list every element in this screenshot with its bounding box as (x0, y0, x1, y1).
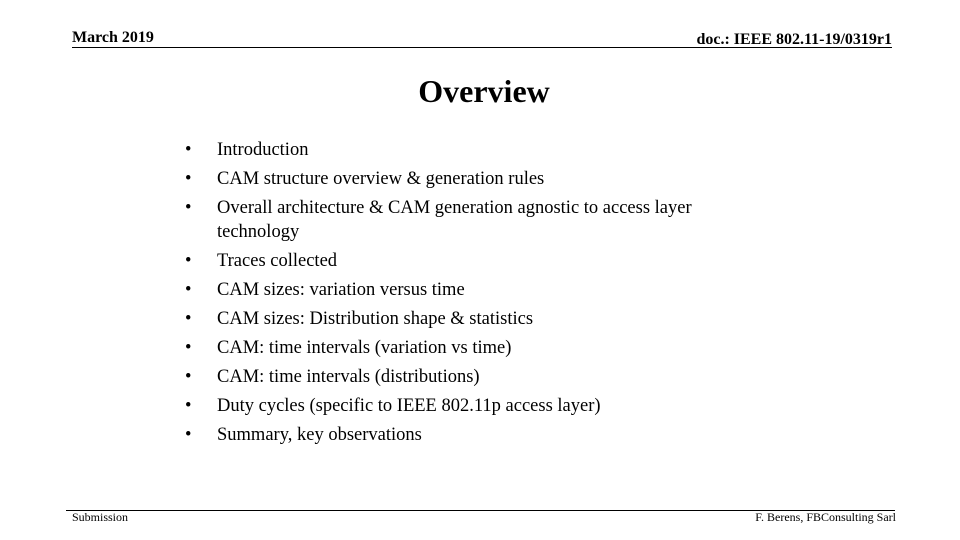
bullet-icon: • (185, 198, 192, 218)
bullet-text: CAM: time intervals (variation vs time) (217, 337, 512, 358)
bullet-item: • Traces collected (185, 250, 765, 274)
bullet-text: Duty cycles (specific to IEEE 802.11p ac… (217, 395, 601, 416)
bullet-icon: • (185, 250, 192, 271)
bullet-text: CAM sizes: Distribution shape & statisti… (217, 308, 534, 329)
bullet-text: Traces collected (217, 250, 338, 271)
bullet-text: Summary, key observations (217, 424, 422, 445)
slide-title: Overview (418, 73, 550, 109)
footer-author: F. Berens, FBConsulting Sarl (755, 510, 896, 524)
bullet-item: • Summary, key observations (185, 424, 765, 448)
bullet-text: Overall architecture & CAM generation ag… (217, 198, 692, 242)
bullet-item: • Overall architecture & CAM generation a… (185, 197, 765, 244)
bullet-icon: • (185, 169, 192, 189)
bullet-text: CAM structure overview & generation rule… (217, 169, 545, 189)
bullet-icon: • (185, 279, 192, 300)
bullet-item: • CAM sizes: Distribution shape & statist… (185, 308, 765, 332)
bullet-list: • Introduction • CAM structure overview & … (185, 139, 765, 453)
bullet-item: • Introduction (185, 139, 765, 163)
bullet-item: • CAM structure overview & generation rul… (185, 168, 765, 192)
bullet-icon: • (185, 337, 192, 358)
bullet-item: • Duty cycles (specific to IEEE 802.11p a… (185, 395, 765, 419)
bullet-text: Introduction (217, 140, 309, 160)
footer-submission: Submission (72, 510, 129, 524)
bullet-text: CAM: time intervals (distributions) (217, 366, 480, 387)
bullet-icon: • (185, 140, 192, 160)
header-date: March 2019 (72, 29, 154, 46)
bullet-icon: • (185, 424, 192, 445)
bullet-icon: • (185, 308, 192, 329)
bullet-item: • CAM sizes: variation versus time (185, 279, 765, 303)
header-divider (72, 47, 892, 48)
bullet-text: CAM sizes: variation versus time (217, 279, 465, 300)
bullet-icon: • (185, 366, 192, 387)
bullet-item: • CAM: time intervals (distributions) (185, 366, 765, 390)
bullet-icon: • (185, 395, 192, 416)
bullet-item: • CAM: time intervals (variation vs time) (185, 337, 765, 361)
